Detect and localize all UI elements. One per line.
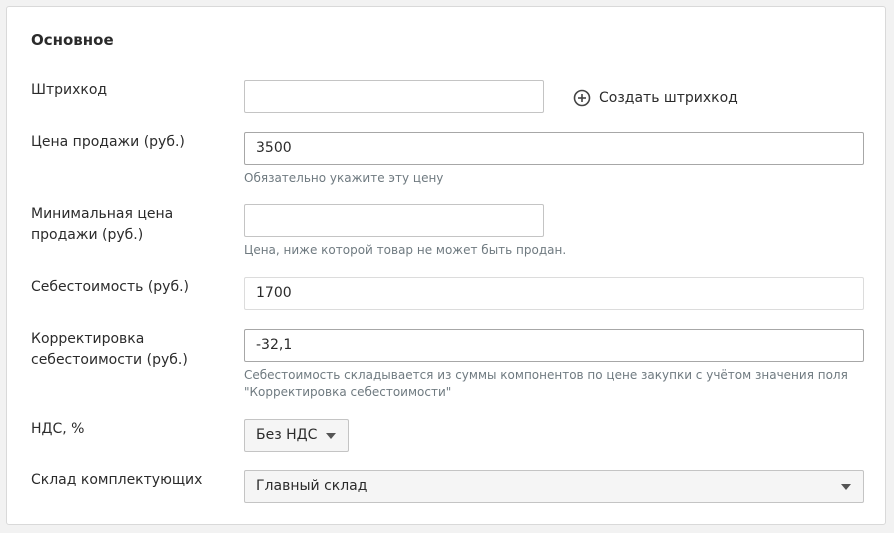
cost-adjustment-input[interactable]: -32,1 — [244, 329, 864, 362]
cost-label: Себестоимость (руб.) — [31, 279, 190, 295]
vat-label: НДС, % — [31, 421, 85, 437]
sale-price-input[interactable]: 3500 — [244, 132, 864, 165]
cost-adjustment-hint-line2: "Корректировка себестоимости" — [244, 385, 452, 399]
cost-adjustment-label-line2: себестоимости (руб.) — [31, 352, 188, 368]
sale-price-hint: Обязательно укажите эту цену — [244, 171, 444, 185]
main-settings-card: Основное Штрихкод Создать штрихкод Цена … — [6, 6, 886, 525]
barcode-input[interactable] — [244, 80, 544, 113]
min-price-label-line1: Минимальная цена — [31, 206, 174, 222]
warehouse-selected-value: Главный склад — [256, 478, 368, 494]
sale-price-label: Цена продажи (руб.) — [31, 134, 185, 150]
min-price-input[interactable] — [244, 204, 544, 237]
cost-adjustment-label-line1: Корректировка — [31, 331, 145, 347]
warehouse-select[interactable]: Главный склад — [244, 470, 864, 503]
vat-select[interactable]: Без НДС — [244, 419, 349, 452]
cost-adjustment-label: Корректировка себестоимости (руб.) — [31, 329, 188, 371]
warehouse-label: Склад комплектующих — [31, 472, 203, 488]
caret-down-icon — [841, 484, 851, 490]
create-barcode-button[interactable]: Создать штрихкод — [573, 87, 738, 108]
min-price-label: Минимальная цена продажи (руб.) — [31, 204, 173, 246]
cost-input[interactable]: 1700 — [244, 277, 864, 310]
cost-adjustment-hint-line1: Себестоимость складывается из суммы комп… — [244, 368, 848, 382]
create-barcode-label: Создать штрихкод — [599, 89, 738, 106]
caret-down-icon — [326, 433, 336, 439]
section-title: Основное — [31, 31, 114, 49]
barcode-label: Штрихкод — [31, 82, 108, 98]
min-price-label-line2: продажи (руб.) — [31, 227, 144, 243]
plus-circle-icon — [573, 89, 591, 106]
min-price-hint: Цена, ниже которой товар не может быть п… — [244, 243, 567, 257]
vat-selected-value: Без НДС — [256, 427, 318, 443]
cost-adjustment-hint: Себестоимость складывается из суммы комп… — [244, 367, 848, 401]
